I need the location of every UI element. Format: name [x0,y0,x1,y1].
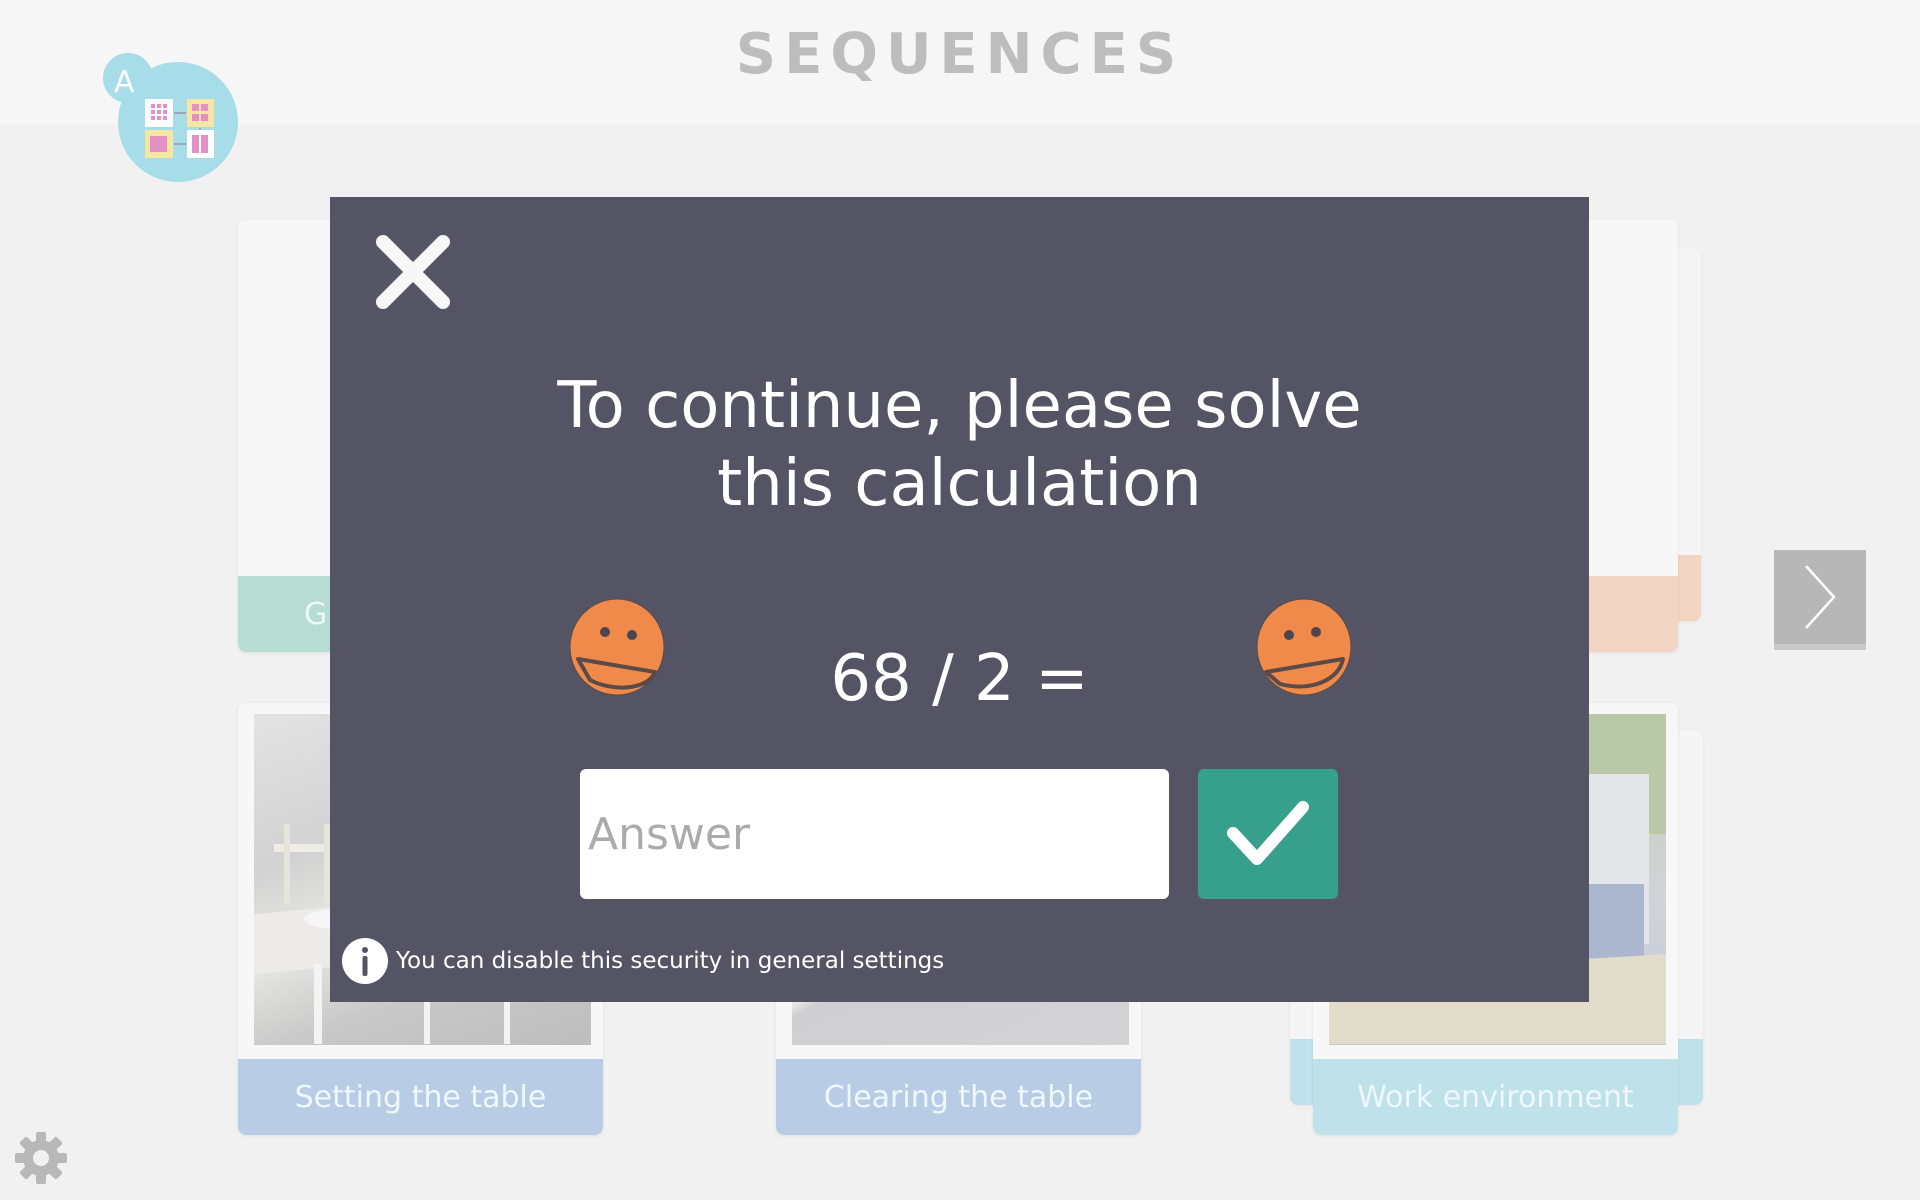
next-page-button[interactable] [1774,550,1866,650]
info-icon [342,938,388,984]
settings-button[interactable] [15,1132,67,1184]
dialog-title-line-2: this calculation [717,447,1202,521]
gear-icon [15,1132,67,1184]
security-calculation-dialog: To continue, please solve this calculati… [330,197,1589,1002]
dialog-title: To continue, please solve this calculati… [330,367,1589,523]
sequence-card-label: Clearing the table [776,1059,1141,1135]
checkmark-icon [1227,801,1309,865]
sequence-card-label: Work environment [1313,1059,1678,1135]
dialog-title-line-1: To continue, please solve [557,369,1362,443]
smiley-face-icon [1255,598,1353,696]
answer-input[interactable] [580,769,1169,899]
close-button[interactable] [370,229,456,315]
header-bar: SEQUENCES [0,0,1920,124]
sequences-app-logo-icon[interactable]: A [100,50,250,190]
submit-answer-button[interactable] [1198,769,1338,899]
chevron-right-icon [1805,565,1836,629]
page-title: SEQUENCES [735,22,1185,87]
calculation-equation: 68 / 2 = [830,642,1089,716]
security-info-text: You can disable this security in general… [396,948,945,974]
security-info-note: You can disable this security in general… [342,937,944,985]
sequence-card-label: Setting the table [238,1059,603,1135]
logo-badge-letter: A [114,65,135,100]
close-icon [376,235,450,309]
